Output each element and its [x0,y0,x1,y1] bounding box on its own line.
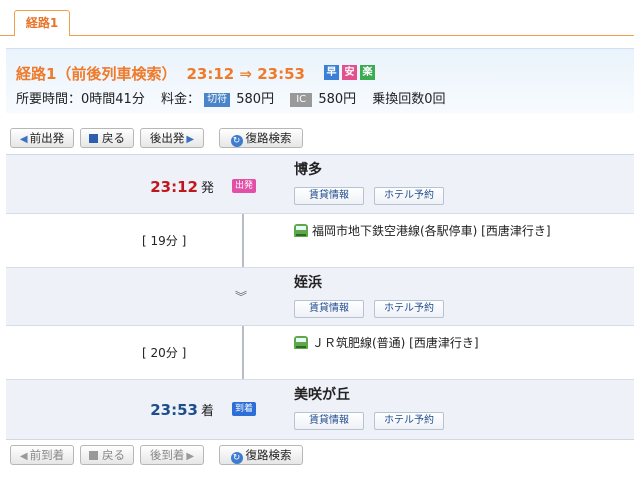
stop-square-icon [89,134,98,143]
duration-label: 所要時間：0時間41分 [16,92,145,107]
hotel-booking-button[interactable]: ホテル予約 [374,187,444,205]
chevron-left-icon: ◀ [19,451,28,462]
back-button[interactable]: 戻る [80,128,134,148]
route-line [242,214,244,267]
prev-arrival-button[interactable]: ◀ 前到着 [10,445,74,465]
reload-icon: ↻ [230,452,243,464]
segment-row: [ 20分 ] ＪＲ筑肥線(普通) [西唐津行き] [6,326,634,379]
easy-badge-icon: 楽 [360,65,375,80]
fare-label: 料金： [160,92,200,107]
segment-line: 福岡市地下鉄空港線(各駅停車) [西唐津行き] [294,222,551,239]
cheap-badge-icon: 安 [342,65,357,80]
route-title: 経路1（前後列車検索） [16,65,177,83]
station-name[interactable]: 美咲が丘 [294,384,350,404]
chevron-down-icon: ︾ [235,290,248,304]
route-tab-bar: 経路1 [0,0,634,36]
ticket-fare: 580円 [236,92,275,107]
ic-fare: 580円 [318,92,357,107]
segment-row: [ 19分 ] 福岡市地下鉄空港線(各駅停車) [西唐津行き] [6,214,634,267]
fast-badge-icon: 早 [324,65,339,80]
segment-duration: [ 19分 ] [142,234,187,248]
departure-time: 23:12 発 [150,178,214,196]
train-icon [294,224,308,237]
hotel-booking-button[interactable]: ホテル予約 [374,412,444,430]
route-summary: 経路1（前後列車検索） 23:12 ⇒ 23:53 早安楽 所要時間：0時間41分… [6,48,634,113]
chevron-right-icon: ▶ [186,451,195,462]
chevron-left-icon: ◀ [19,134,28,145]
departure-icon: 出発 [232,179,256,193]
arrival-icon: 到着 [232,402,256,416]
reload-icon: ↻ [230,135,243,147]
arrival-time: 23:53 着 [150,401,214,419]
ticket-tag: 切符 [204,93,231,107]
route-table: 23:12 発 出発 博多 賃貸情報 ホテル予約 [ 19分 ] 福岡市地下鉄空港… [6,154,634,440]
back-button[interactable]: 戻る [80,445,134,465]
segment-line: ＪＲ筑肥線(普通) [西唐津行き] [294,334,479,351]
station-name[interactable]: 博多 [294,159,322,179]
rental-info-button[interactable]: 賃貸情報 [294,187,364,205]
chevron-right-icon: ▶ [186,134,195,145]
prev-departure-button[interactable]: ◀ 前出発 [10,128,74,148]
station-name[interactable]: 姪浜 [294,272,322,292]
station-row-transit: ︾ 姪浜 賃貸情報 ホテル予約 [6,268,634,325]
route-times: 23:12 ⇒ 23:53 [186,65,305,83]
route-summary-title: 経路1（前後列車検索） 23:12 ⇒ 23:53 [16,63,305,84]
next-arrival-button[interactable]: 後到着 ▶ [140,445,204,465]
hotel-booking-button[interactable]: ホテル予約 [374,300,444,318]
segment-duration: [ 20分 ] [142,346,187,360]
tab-route-1[interactable]: 経路1 [14,10,70,36]
train-icon [294,336,308,349]
rental-info-button[interactable]: 賃貸情報 [294,300,364,318]
ic-tag: IC [290,93,313,107]
tab-underline [0,35,634,36]
route-summary-info: 所要時間：0時間41分 料金： 切符 580円 IC 580円 乗換回数0回 [16,88,446,107]
reverse-search-button[interactable]: ↻ 復路検索 [219,445,303,465]
rental-info-button[interactable]: 賃貸情報 [294,412,364,430]
stop-square-icon [89,451,98,460]
station-row-departure: 23:12 発 出発 博多 賃貸情報 ホテル予約 [6,155,634,213]
route-badges: 早安楽 [324,65,378,80]
route-line [242,326,244,379]
transfer-count: 乗換回数0回 [372,92,446,107]
station-row-arrival: 23:53 着 到着 美咲が丘 賃貸情報 ホテル予約 [6,380,634,439]
reverse-search-button[interactable]: ↻ 復路検索 [219,128,303,148]
next-departure-button[interactable]: 後出発 ▶ [140,128,204,148]
